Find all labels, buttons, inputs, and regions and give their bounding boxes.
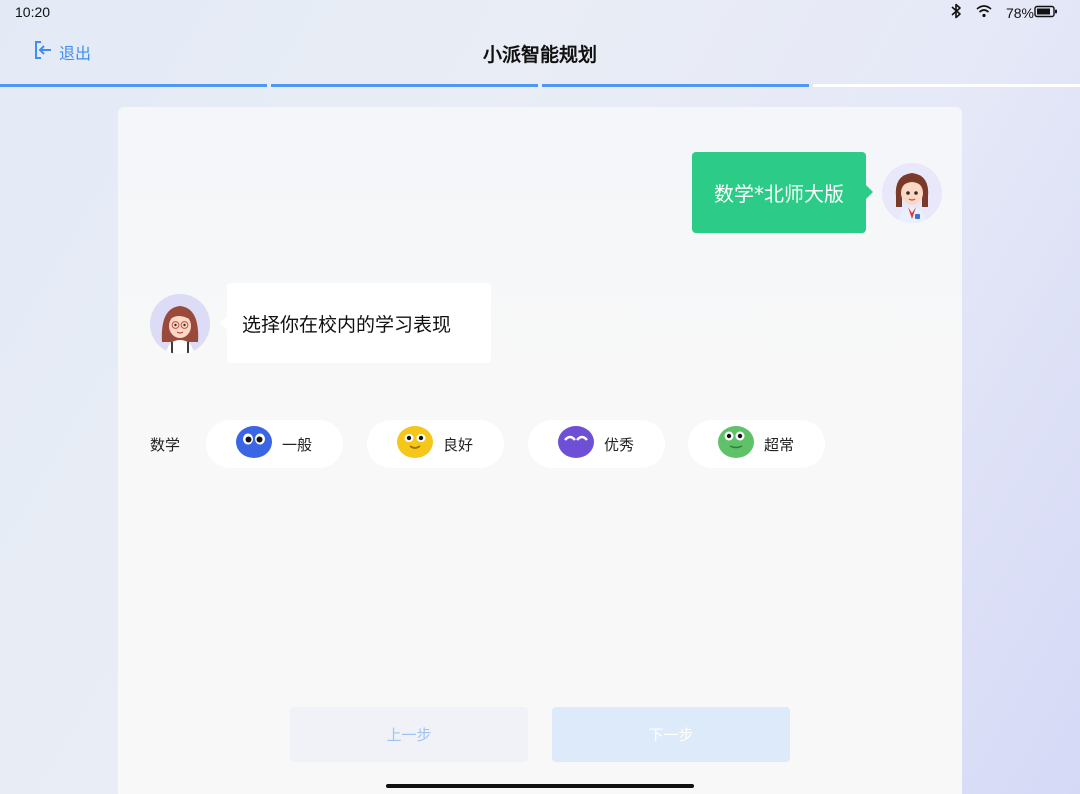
status-time: 10:20 [15, 4, 51, 20]
wifi-icon [976, 4, 992, 22]
bluetooth-icon [950, 3, 962, 23]
bot-message-bubble: 选择你在校内的学习表现 [220, 283, 491, 363]
option-average[interactable]: 一般 [206, 420, 343, 468]
option-label: 超常 [764, 435, 795, 454]
option-excellent[interactable]: 优秀 [528, 420, 665, 468]
purple-face-icon [558, 425, 594, 463]
progress-step-1 [0, 84, 267, 87]
option-label: 一般 [282, 435, 313, 454]
teacher-avatar [150, 294, 210, 354]
status-icons: 78% [950, 3, 1058, 23]
chat-card: 数学*北师大版 选择你在校内的学习表现 数学 一般 良好 优秀 超常 上一步 下… [118, 107, 962, 794]
student-avatar [882, 163, 942, 223]
user-message-text: 数学*北师大版 [714, 182, 844, 206]
next-step-button[interactable]: 下一步 [552, 707, 790, 762]
page-title: 小派智能规划 [482, 44, 597, 66]
prev-step-button[interactable]: 上一步 [290, 707, 528, 762]
header: 退出 小派智能规划 [0, 26, 1080, 82]
prev-step-label: 上一步 [386, 726, 432, 744]
progress-step-4 [813, 84, 1080, 87]
option-label: 良好 [443, 435, 474, 454]
battery-level: 78% [1005, 5, 1034, 21]
battery-indicator: 78% [1006, 5, 1058, 22]
battery-icon [1034, 5, 1058, 22]
progress-step-2 [271, 84, 538, 87]
progress-step-3 [542, 84, 809, 87]
green-face-icon [718, 425, 754, 463]
subject-label: 数学 [150, 436, 181, 454]
next-step-label: 下一步 [648, 726, 694, 744]
option-label: 优秀 [604, 435, 635, 454]
step-progress [0, 84, 1080, 88]
option-good[interactable]: 良好 [367, 420, 504, 468]
blue-face-icon [236, 425, 272, 463]
user-message-bubble: 数学*北师大版 [692, 152, 873, 233]
bot-message-text: 选择你在校内的学习表现 [242, 313, 452, 336]
status-bar: 10:20 78% [0, 0, 1080, 26]
home-indicator[interactable] [386, 784, 694, 788]
yellow-face-icon [397, 425, 433, 463]
option-outstanding[interactable]: 超常 [688, 420, 825, 468]
